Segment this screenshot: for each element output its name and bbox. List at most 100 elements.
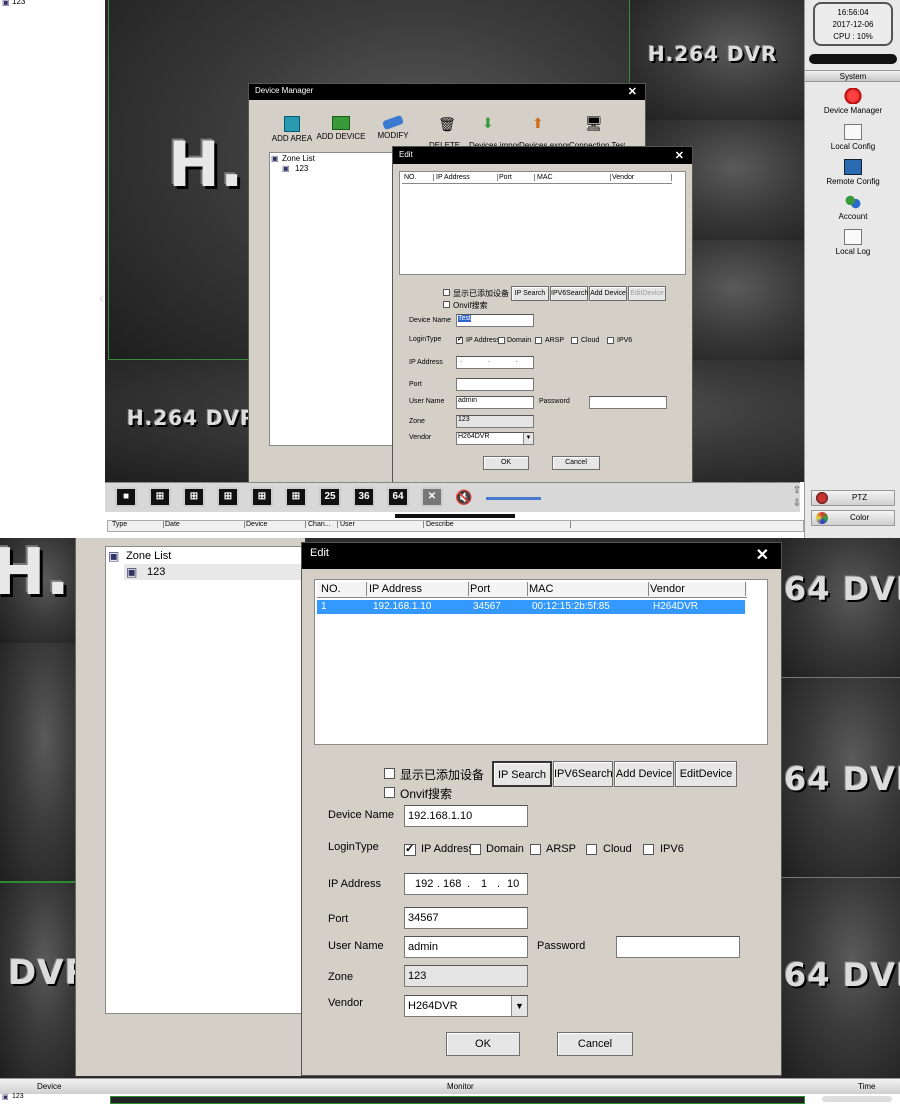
ipv6-checkbox[interactable] — [607, 337, 614, 344]
show-added-checkbox[interactable] — [443, 289, 450, 296]
volume-slider[interactable] — [486, 497, 541, 500]
port-label: Port — [328, 913, 349, 925]
ipv6-search-button[interactable]: IPV6Search — [550, 286, 588, 301]
chevron-down-icon[interactable]: ▼ — [511, 996, 527, 1016]
ip-address-label: IP Address — [409, 359, 443, 366]
eraser-icon — [382, 114, 404, 131]
vendor-label: Vendor — [328, 997, 363, 1009]
port-field[interactable]: 34567 — [404, 907, 528, 929]
domain-checkbox[interactable] — [498, 337, 505, 344]
device-manager-window: ▣ Zone List ▣ 123 — [75, 538, 305, 1076]
sidebar-item-local-log[interactable]: Local Log — [805, 229, 900, 256]
list-item[interactable]: 123 — [12, 0, 25, 6]
cloud-checkbox[interactable] — [571, 337, 578, 344]
zone-item[interactable]: 123 — [147, 566, 165, 578]
zone-tree: ▣ Zone List ▣ 123 — [269, 152, 393, 446]
sidebar-item-color[interactable]: Color — [811, 510, 895, 526]
cloud-checkbox[interactable] — [586, 844, 597, 855]
onvif-checkbox[interactable] — [384, 787, 395, 798]
ip-search-button[interactable]: IP Search — [511, 286, 549, 301]
password-field[interactable] — [616, 936, 740, 958]
sidebar-item-remote-config[interactable]: Remote Config — [805, 159, 900, 186]
connection-test-button[interactable]: 🖥 — [585, 116, 605, 130]
edit-titlebar: Edit ✕ — [302, 543, 781, 569]
chevron-down-icon[interactable]: ▼ — [523, 433, 533, 444]
zone-list-root[interactable]: Zone List — [282, 154, 315, 163]
video-tile[interactable]: 64 DVR — [782, 678, 900, 878]
ip-address-checkbox[interactable] — [456, 335, 463, 344]
sidebar-item-account[interactable]: Account — [805, 194, 900, 221]
mute-icon[interactable]: 🔇 — [455, 489, 472, 506]
devices-import-button[interactable]: ⬇ — [482, 116, 502, 130]
add-device-button[interactable]: Add Device — [614, 761, 674, 787]
edit-device-button[interactable]: EditDevice — [628, 286, 666, 301]
layout-64-icon[interactable]: 64 — [387, 487, 409, 507]
ok-button[interactable]: OK — [446, 1032, 520, 1056]
device-list-table: NO. IP Address Port MAC Vendor 1 192.168… — [314, 579, 768, 745]
edit-dialog: Edit ✕ NO. IP Address Port MAC Vendor 显示… — [392, 146, 693, 486]
sidebar-item-ptz[interactable]: PTZ — [811, 490, 895, 506]
layout-9-icon[interactable]: ⊞ — [217, 487, 239, 507]
scroll-arrows[interactable]: ⇧ ⇩ — [789, 484, 805, 514]
layout-16-icon[interactable]: ⊞ — [251, 487, 273, 507]
layout-6-icon[interactable]: ⊞ — [183, 487, 205, 507]
sidebar-item-device-manager[interactable]: Device Manager — [805, 88, 900, 115]
fullscreen-icon[interactable]: ✕ — [421, 487, 443, 507]
chevron-left-icon[interactable]: ‹ — [99, 290, 104, 308]
layout-25-icon[interactable]: 25 — [319, 487, 341, 507]
video-tile[interactable]: H. — [0, 538, 75, 643]
devices-export-button[interactable]: ⬆ — [532, 116, 552, 130]
cancel-button[interactable]: Cancel — [552, 456, 600, 470]
modify-button[interactable]: MODIFY — [371, 114, 415, 141]
layout-4-icon[interactable]: ⊞ — [149, 487, 171, 507]
layout-1-icon[interactable]: ■ — [115, 487, 137, 507]
list-item[interactable]: 123 — [12, 1093, 24, 1100]
sidebar-item-local-config[interactable]: Local Config — [805, 124, 900, 151]
record-icon — [844, 88, 862, 104]
delete-button[interactable]: 🗑 — [427, 116, 467, 132]
table-row[interactable]: 1 192.168.1.10 34567 00:12:15:2b:5f:85 H… — [317, 600, 745, 614]
arsp-checkbox[interactable] — [535, 337, 542, 344]
ip-address-checkbox[interactable] — [404, 842, 416, 856]
ipv6-search-button[interactable]: IPV6Search — [553, 761, 613, 787]
video-tile[interactable]: 64 DVR — [782, 538, 900, 678]
cpu-usage: CPU : 10% — [833, 32, 873, 41]
arsp-checkbox[interactable] — [530, 844, 541, 855]
video-tile[interactable] — [0, 643, 75, 883]
zone-list-root[interactable]: Zone List — [126, 550, 171, 562]
ip-address-field[interactable]: . . . — [456, 356, 534, 369]
port-field[interactable] — [456, 378, 534, 391]
password-field[interactable] — [589, 396, 667, 409]
domain-checkbox[interactable] — [470, 844, 481, 855]
zone-list-icon: ▣ — [271, 154, 279, 163]
user-name-field[interactable]: admin — [404, 936, 528, 958]
video-tile[interactable]: DVR — [0, 883, 75, 1078]
vendor-select[interactable]: H264DVR ▼ — [456, 432, 534, 445]
show-added-checkbox[interactable] — [384, 768, 395, 779]
user-name-field[interactable]: admin — [456, 396, 534, 409]
device-name-field[interactable]: Test — [456, 314, 534, 327]
close-icon[interactable]: ✕ — [628, 85, 637, 98]
camera-icon: ▣ — [282, 164, 290, 173]
ok-button[interactable]: OK — [483, 456, 529, 470]
vendor-label: Vendor — [409, 434, 432, 441]
layout-36-icon[interactable]: 36 — [353, 487, 375, 507]
onvif-checkbox[interactable] — [443, 301, 450, 308]
video-tile[interactable]: H.264 DVR — [630, 0, 805, 120]
layout-grid-icon[interactable]: ⊞ — [285, 487, 307, 507]
device-name-field[interactable]: 192.168.1.10 — [404, 805, 528, 827]
close-icon[interactable]: ✕ — [756, 545, 769, 565]
edit-device-button[interactable]: EditDevice — [675, 761, 737, 787]
zone-item[interactable]: 123 — [295, 164, 308, 173]
video-tile[interactable]: 64 DVR — [782, 878, 900, 1078]
add-area-button[interactable]: ADD AREA — [267, 116, 317, 144]
ipv6-checkbox[interactable] — [643, 844, 654, 855]
add-device-button[interactable]: ADD DEVICE — [315, 116, 367, 142]
ip-address-field[interactable]: 192 . 168 . 1 . 10 — [404, 873, 528, 895]
cancel-button[interactable]: Cancel — [557, 1032, 633, 1056]
close-icon[interactable]: ✕ — [675, 149, 684, 162]
ip-search-button[interactable]: IP Search — [492, 761, 552, 787]
login-type-label: LoginType — [328, 841, 379, 853]
add-device-button[interactable]: Add Device — [589, 286, 627, 301]
vendor-select[interactable]: H264DVR ▼ — [404, 995, 528, 1017]
